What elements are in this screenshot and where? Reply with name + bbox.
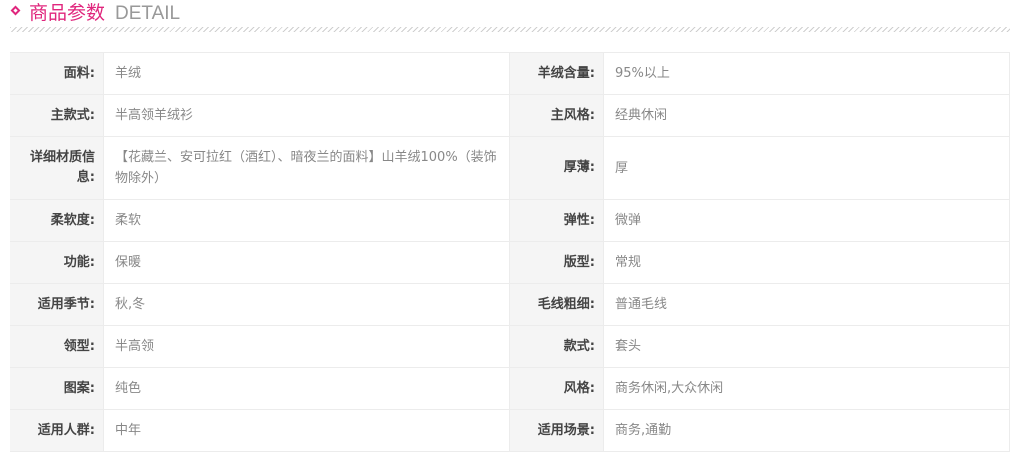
param-label: 厚薄:	[510, 137, 603, 199]
header-divider	[10, 27, 1010, 32]
param-value: 羊绒	[103, 53, 510, 94]
params-table: 面料: 羊绒 羊绒含量: 95%以上 主款式: 半高领羊绒衫 主风格: 经典休闲 详细材…	[10, 52, 1010, 452]
param-value: 柔软	[103, 200, 510, 241]
param-value: 厚	[603, 137, 1010, 199]
param-value: 中年	[103, 410, 510, 451]
section-title: 商品参数	[29, 2, 106, 24]
param-value: 【花藏兰、安可拉红（酒红）、暗夜兰的面料】山羊绒100%（装饰物除外）	[103, 137, 510, 199]
param-value: 商务,通勤	[603, 410, 1010, 451]
param-value: 微弹	[603, 200, 1010, 241]
param-value: 纯色	[103, 368, 510, 409]
param-label: 适用季节:	[10, 284, 103, 325]
param-value: 商务休闲,大众休闲	[603, 368, 1010, 409]
param-label: 羊绒含量:	[510, 53, 603, 94]
param-value: 普通毛线	[603, 284, 1010, 325]
param-label: 柔软度:	[10, 200, 103, 241]
table-row: 适用季节: 秋,冬 毛线粗细: 普通毛线	[10, 284, 1010, 326]
param-label: 风格:	[510, 368, 603, 409]
table-row: 柔软度: 柔软 弹性: 微弹	[10, 200, 1010, 242]
param-label: 款式:	[510, 326, 603, 367]
param-value: 半高领	[103, 326, 510, 367]
table-row: 功能: 保暖 版型: 常规	[10, 242, 1010, 284]
param-value: 半高领羊绒衫	[103, 95, 510, 136]
param-value: 经典休闲	[603, 95, 1010, 136]
param-value: 95%以上	[603, 53, 1010, 94]
param-label: 版型:	[510, 242, 603, 283]
param-label: 适用场景:	[510, 410, 603, 451]
param-label: 弹性:	[510, 200, 603, 241]
param-label: 功能:	[10, 242, 103, 283]
table-row: 适用人群: 中年 适用场景: 商务,通勤	[10, 410, 1010, 452]
section-subtitle: DETAIL	[115, 3, 181, 24]
param-label: 毛线粗细:	[510, 284, 603, 325]
table-row: 主款式: 半高领羊绒衫 主风格: 经典休闲	[10, 95, 1010, 137]
param-label: 图案:	[10, 368, 103, 409]
param-label: 适用人群:	[10, 410, 103, 451]
param-label: 面料:	[10, 53, 103, 94]
param-label: 详细材质信息:	[10, 137, 103, 199]
param-label: 领型:	[10, 326, 103, 367]
table-row: 图案: 纯色 风格: 商务休闲,大众休闲	[10, 368, 1010, 410]
diamond-icon	[10, 5, 21, 16]
section-header: 商品参数 DETAIL	[10, 0, 1010, 30]
param-value: 常规	[603, 242, 1010, 283]
param-value: 套头	[603, 326, 1010, 367]
table-row: 领型: 半高领 款式: 套头	[10, 326, 1010, 368]
param-label: 主款式:	[10, 95, 103, 136]
table-row: 详细材质信息: 【花藏兰、安可拉红（酒红）、暗夜兰的面料】山羊绒100%（装饰物除…	[10, 137, 1010, 200]
param-value: 秋,冬	[103, 284, 510, 325]
param-label: 主风格:	[510, 95, 603, 136]
param-value: 保暖	[103, 242, 510, 283]
table-row: 面料: 羊绒 羊绒含量: 95%以上	[10, 53, 1010, 95]
